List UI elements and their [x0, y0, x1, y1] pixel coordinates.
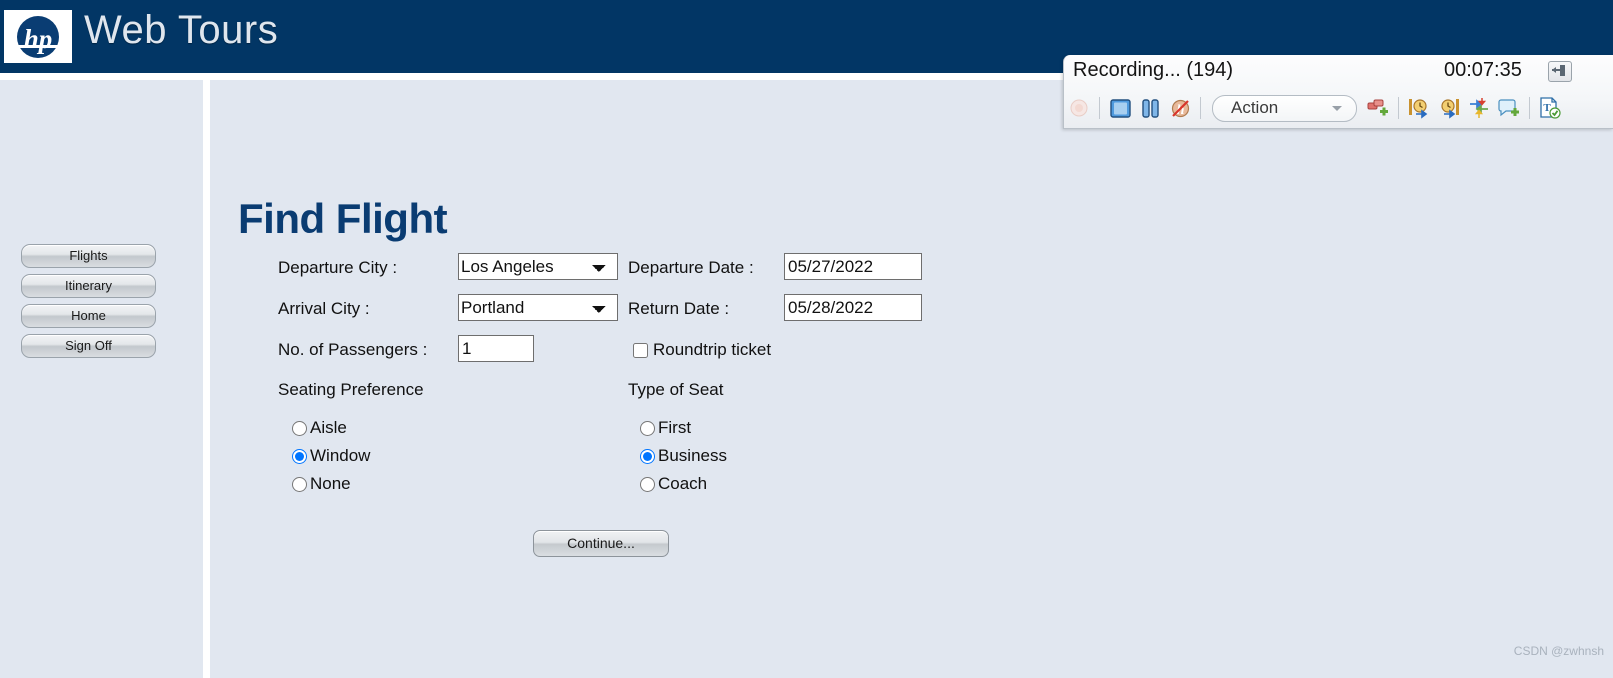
departure-city-label: Departure City :: [278, 258, 398, 277]
seating-preference-heading: Seating Preference: [278, 380, 424, 399]
radio-seat-business[interactable]: Business: [640, 442, 727, 470]
recording-toolbar: h Action T: [1064, 88, 1613, 128]
arrival-city-label: Arrival City :: [278, 299, 370, 318]
continue-button[interactable]: Continue...: [533, 530, 669, 557]
recording-status-text: Recording... (194): [1073, 59, 1234, 81]
sidebar-item-flights[interactable]: Flights: [21, 244, 156, 268]
hp-logo-icon: hp: [4, 10, 72, 63]
sidebar-nav: Flights Itinerary Home Sign Off: [21, 244, 156, 364]
panel-divider: [203, 80, 210, 678]
content-panel: [210, 80, 1613, 678]
passengers-input[interactable]: [458, 335, 534, 362]
toolbar-separator: [1200, 97, 1201, 119]
stop-icon[interactable]: [1108, 96, 1132, 120]
radio-label-none: None: [310, 474, 351, 493]
radio-input-first[interactable]: [640, 420, 655, 436]
roundtrip-checkbox-wrapper[interactable]: Roundtrip ticket: [633, 339, 771, 361]
insert-text-checkpoint-icon[interactable]: T: [1538, 96, 1562, 120]
roundtrip-label: Roundtrip ticket: [653, 340, 772, 359]
start-transaction-icon[interactable]: [1407, 96, 1431, 120]
departure-date-label: Departure Date :: [628, 258, 754, 277]
radio-label-aisle: Aisle: [310, 418, 347, 437]
radio-label-coach: Coach: [658, 474, 708, 493]
radio-seating-window[interactable]: Window: [292, 442, 370, 470]
departure-date-input[interactable]: [784, 253, 922, 280]
action-dropdown[interactable]: Action: [1212, 94, 1357, 122]
recording-titlebar: Recording... (194) 00:07:35: [1064, 55, 1613, 88]
radio-label-business: Business: [658, 446, 727, 465]
form-row-arrival: Arrival City : PortlandLos AngelesDenver…: [278, 294, 978, 335]
recording-toolbar-panel: Recording... (194) 00:07:35 h Action T: [1063, 55, 1613, 129]
radio-label-first: First: [658, 418, 692, 437]
radio-seating-none[interactable]: None: [292, 470, 370, 498]
brand-title: Web Tours: [84, 8, 279, 52]
roundtrip-checkbox[interactable]: [633, 342, 648, 358]
pin-window-icon[interactable]: [1548, 61, 1572, 82]
departure-city-select[interactable]: Los AngelesPortlandDenverFrankfurtLondon…: [458, 253, 618, 280]
cancel-recording-icon[interactable]: h: [1168, 96, 1192, 120]
pause-icon[interactable]: [1138, 96, 1162, 120]
radio-input-window[interactable]: [292, 448, 307, 464]
radio-input-business[interactable]: [640, 448, 655, 464]
sidebar-item-itinerary[interactable]: Itinerary: [21, 274, 156, 298]
new-action-icon[interactable]: [1366, 96, 1390, 120]
page-title: Find Flight: [238, 195, 448, 243]
radio-seat-coach[interactable]: Coach: [640, 470, 727, 498]
form-row-departure: Departure City : Los AngelesPortlandDenv…: [278, 253, 978, 294]
radio-input-coach[interactable]: [640, 476, 655, 492]
toolbar-separator: [1398, 97, 1399, 119]
radio-input-aisle[interactable]: [292, 420, 307, 436]
seat-type-heading: Type of Seat: [628, 380, 724, 399]
radio-seat-first[interactable]: First: [640, 414, 727, 442]
sidebar-item-sign-off[interactable]: Sign Off: [21, 334, 156, 358]
svg-text:hp: hp: [24, 24, 53, 54]
recording-timer: 00:07:35: [1444, 59, 1522, 81]
radio-label-window: Window: [310, 446, 371, 465]
chevron-down-icon: [1332, 105, 1342, 111]
seat-type-group: First Business Coach: [640, 414, 727, 498]
find-flight-form: Departure City : Los AngelesPortlandDenv…: [278, 253, 978, 493]
seating-preference-group: Aisle Window None: [292, 414, 370, 498]
insert-comment-icon[interactable]: [1497, 96, 1521, 120]
radio-input-none[interactable]: [292, 476, 307, 492]
return-date-input[interactable]: [784, 294, 922, 321]
radio-seating-aisle[interactable]: Aisle: [292, 414, 370, 442]
record-icon[interactable]: [1067, 96, 1091, 120]
insert-rendezvous-icon[interactable]: [1467, 96, 1491, 120]
toolbar-separator: [1529, 97, 1530, 119]
watermark-text: CSDN @zwhnsh: [1513, 644, 1604, 658]
arrival-city-select[interactable]: PortlandLos AngelesDenverFrankfurtLondon…: [458, 294, 618, 321]
end-transaction-icon[interactable]: [1437, 96, 1461, 120]
left-sidebar: Flights Itinerary Home Sign Off: [0, 80, 203, 678]
form-row-passengers: No. of Passengers : Roundtrip ticket: [278, 335, 978, 376]
return-date-label: Return Date :: [628, 299, 730, 318]
passengers-label: No. of Passengers :: [278, 340, 428, 359]
toolbar-separator: [1099, 97, 1100, 119]
sidebar-item-home[interactable]: Home: [21, 304, 156, 328]
action-dropdown-value: Action: [1231, 97, 1279, 117]
